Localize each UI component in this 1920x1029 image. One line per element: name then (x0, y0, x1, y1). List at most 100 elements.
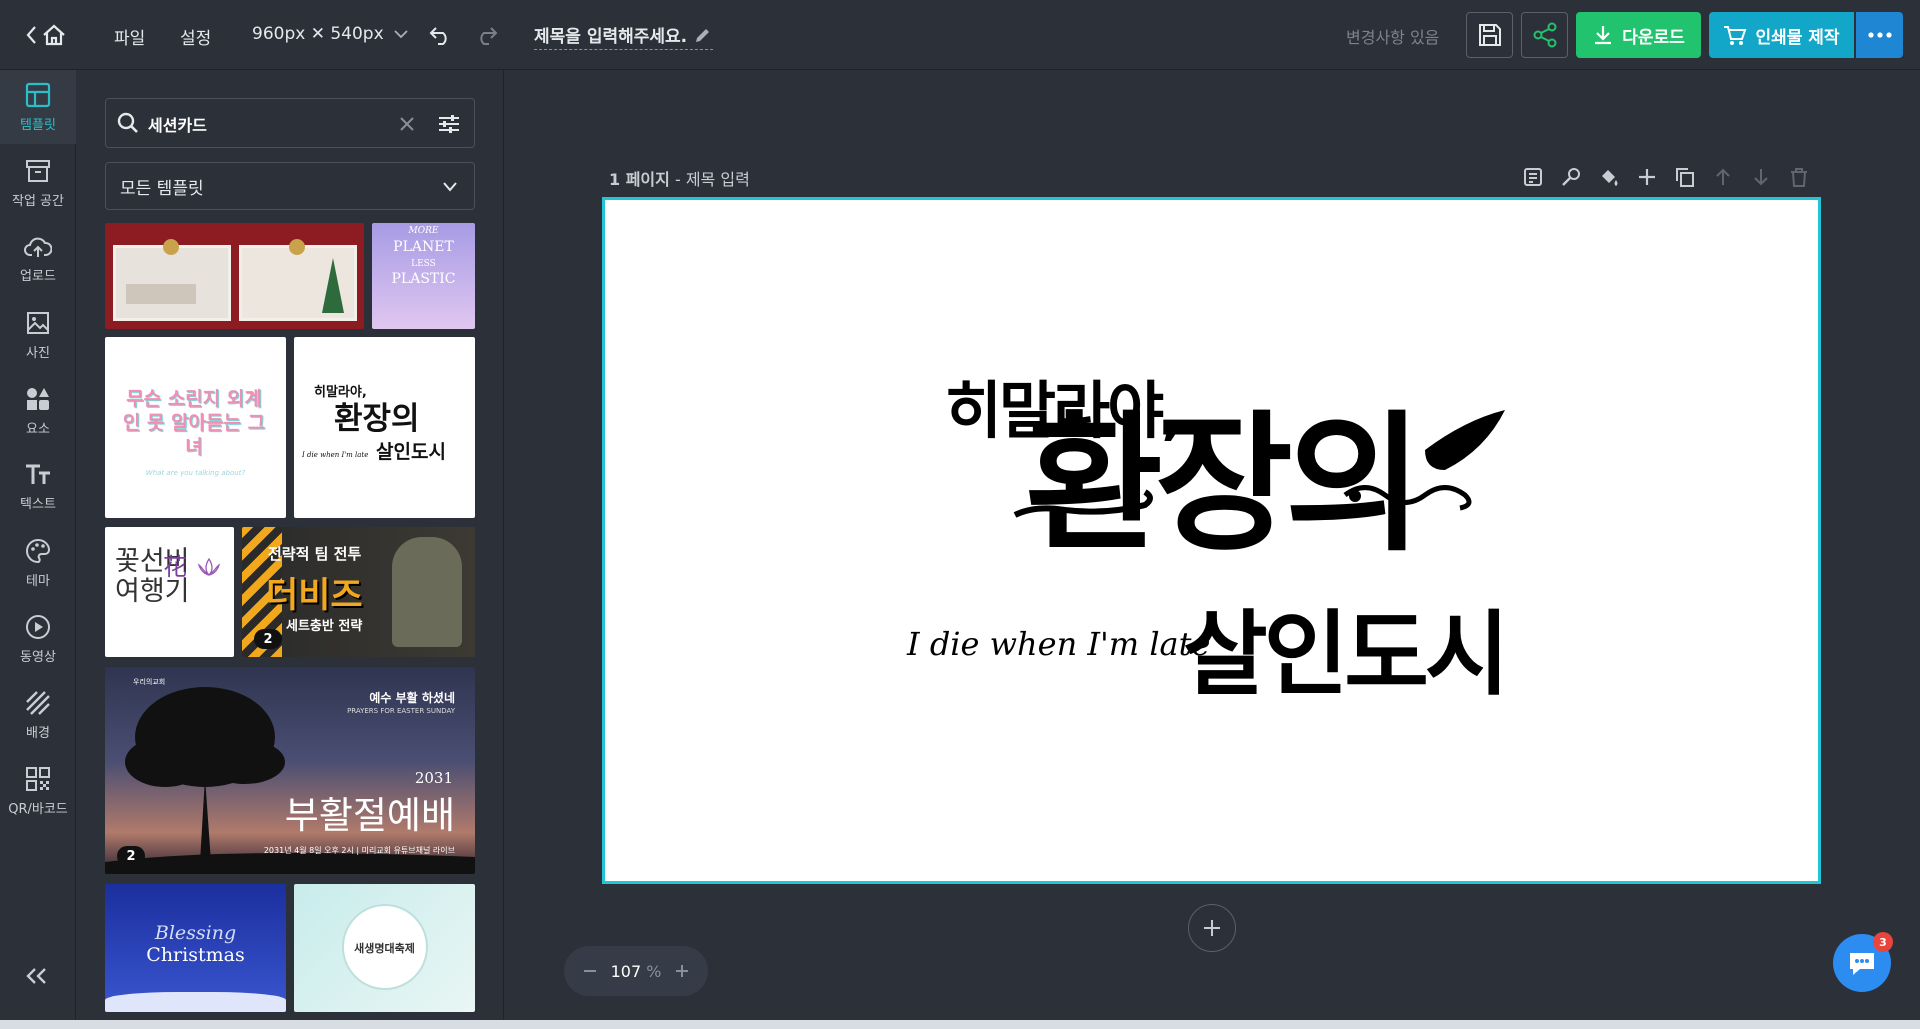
sidebar-item-upload[interactable]: 업로드 (0, 222, 76, 296)
file-menu[interactable]: 파일 (114, 24, 145, 49)
upload-cloud-icon (24, 237, 52, 257)
duplicate-page-icon[interactable] (1674, 166, 1696, 188)
pencil-icon (696, 28, 710, 42)
template-thumb-murder-city[interactable]: 히말라야, 환장의 살인도시 I die when I'm late (294, 337, 475, 518)
sidebar-item-label: 테마 (26, 573, 50, 589)
sidebar-item-label: 작업 공간 (12, 193, 64, 209)
filter-sliders-icon[interactable] (438, 114, 460, 134)
page-header: 1 페이지 - 제목 입력 (609, 170, 750, 189)
share-icon (1533, 22, 1556, 48)
play-icon (26, 614, 50, 639)
zoom-unit: % (646, 961, 662, 981)
add-page-button[interactable] (1188, 904, 1236, 952)
sidebar-item-background[interactable]: 배경 (0, 678, 76, 752)
murder-thumb-english: I die when I'm late (302, 451, 369, 459)
top-toolbar: 파일 설정 960px ✕ 540px 제목을 입력해주세요. 변경사항 있음 … (0, 0, 1920, 70)
move-page-up-icon[interactable] (1712, 166, 1734, 188)
sidebar-item-label: 텍스트 (20, 496, 56, 512)
double-chevron-left-icon (26, 968, 46, 984)
zoom-control: 107 % (564, 946, 708, 996)
print-label: 인쇄물 제작 (1755, 27, 1840, 48)
design-text-city[interactable]: 살인도시 (1183, 580, 1510, 713)
bottom-strip (0, 1020, 1920, 1029)
page-title-input[interactable]: 제목 입력 (686, 170, 750, 189)
add-page-icon[interactable] (1636, 166, 1658, 188)
sidebar-item-workspace[interactable]: 작업 공간 (0, 146, 76, 220)
easter-title: 부활절예배 (284, 794, 455, 837)
canvas-size-dropdown[interactable]: 960px ✕ 540px (252, 24, 410, 44)
collapse-sidebar-button[interactable] (24, 966, 50, 990)
template-filter-select[interactable]: 모든 템플릿 (105, 162, 475, 210)
page-number: 1 페이지 (609, 170, 670, 189)
move-page-down-icon[interactable] (1750, 166, 1772, 188)
page-count-badge: 2 (254, 629, 282, 649)
clear-search-icon[interactable] (398, 115, 416, 133)
template-thumb-easter[interactable]: 우리의교회 예수 부활 하셨네 PRAYERS FOR EASTER SUNDA… (105, 667, 475, 874)
sidebar-item-label: 동영상 (20, 649, 56, 665)
download-button[interactable]: 다운로드 (1576, 12, 1701, 58)
chevron-left-icon (26, 24, 65, 46)
archive-icon (26, 159, 50, 182)
alien-title: 무슨 소린지 외계인 못 알아듣는 그녀 (122, 388, 266, 458)
download-icon (1595, 26, 1612, 45)
undo-button[interactable] (428, 24, 454, 46)
easter-church-name: 우리의교회 (133, 678, 166, 686)
lotus-icon (197, 557, 221, 576)
sidebar-item-text[interactable]: 텍스트 (0, 450, 76, 524)
design-page[interactable]: 히말라야, 환장의 살인도시 I die when I'm late (602, 197, 1821, 884)
chat-support-button[interactable]: 3 (1833, 932, 1893, 992)
template-filter-value: 모든 템플릿 (120, 178, 204, 199)
document-title-input[interactable]: 제목을 입력해주세요. (534, 22, 714, 50)
qr-icon (26, 766, 50, 791)
notification-badge: 3 (1873, 932, 1893, 952)
flower-thumb-title: 꽃선비 여행기 (115, 546, 190, 607)
template-thumb-christmas-room[interactable] (105, 223, 364, 329)
more-options-button[interactable] (1856, 12, 1903, 58)
canvas-size-label: 960px ✕ 540px (252, 24, 384, 44)
zoom-in-icon[interactable] (674, 963, 690, 979)
delete-page-icon[interactable] (1788, 166, 1810, 188)
sidebar-item-photo[interactable]: 사진 (0, 298, 76, 372)
zoom-out-icon[interactable] (582, 963, 598, 979)
magic-wand-icon[interactable] (1560, 166, 1582, 188)
document-title: 제목을 입력해주세요. (534, 27, 688, 47)
paint-bucket-icon[interactable] (1598, 166, 1620, 188)
game-thumb-sub: 세트충반 전략 (286, 619, 363, 634)
sidebar-item-qr[interactable]: QR/바코드 (0, 754, 76, 828)
image-icon (27, 311, 49, 334)
left-sidebar: 템플릿 작업 공간 업로드 사진 요소 텍스트 테마 동영상 배경 QR/바코드 (0, 70, 76, 1020)
ornament-flourish (1013, 410, 1505, 518)
template-thumb-game[interactable]: 전략적 팀 전투 더비즈 세트충반 전략 2 (242, 527, 475, 657)
template-thumb-alien[interactable]: 무슨 소린지 외계인 못 알아듣는 그녀 What are you talkin… (105, 337, 286, 518)
settings-menu[interactable]: 설정 (180, 24, 211, 49)
undo-icon (429, 27, 447, 45)
game-thumb-title: 더비즈 (266, 576, 363, 616)
planet-text-plastic: PLASTIC (391, 271, 456, 287)
sidebar-item-theme[interactable]: 테마 (0, 526, 76, 600)
design-text-english[interactable]: I die when I'm late (907, 625, 1210, 663)
easter-english-line: PRAYERS FOR EASTER SUNDAY (347, 707, 455, 715)
template-search-box (105, 98, 475, 148)
save-button[interactable] (1466, 12, 1513, 58)
print-order-button[interactable]: 인쇄물 제작 (1709, 12, 1854, 58)
template-thumb-flower-scholar[interactable]: 꽃선비 여행기 花 (105, 527, 234, 657)
back-home-button[interactable] (26, 22, 72, 48)
redo-button[interactable] (473, 24, 499, 46)
search-icon (117, 112, 138, 133)
zoom-value[interactable]: 107 (611, 962, 642, 981)
sidebar-item-template[interactable]: 템플릿 (0, 70, 76, 144)
template-thumb-festival[interactable]: 새생명대축제 (294, 884, 475, 1012)
share-button[interactable] (1521, 12, 1568, 58)
hatch-icon (26, 690, 50, 715)
sidebar-item-elements[interactable]: 요소 (0, 374, 76, 448)
page-toolbar (1522, 166, 1812, 190)
cart-icon (1724, 26, 1747, 45)
search-input[interactable] (148, 111, 388, 137)
template-thumb-blessing-christmas[interactable]: Blessing Christmas (105, 884, 286, 1012)
sidebar-item-label: QR/바코드 (8, 801, 68, 817)
template-thumb-planet[interactable]: MORE PLANET LESS PLASTIC (372, 223, 475, 329)
sidebar-item-label: 템플릿 (20, 117, 56, 133)
redo-icon (480, 27, 498, 45)
sidebar-item-video[interactable]: 동영상 (0, 602, 76, 676)
page-notes-icon[interactable] (1522, 166, 1544, 188)
